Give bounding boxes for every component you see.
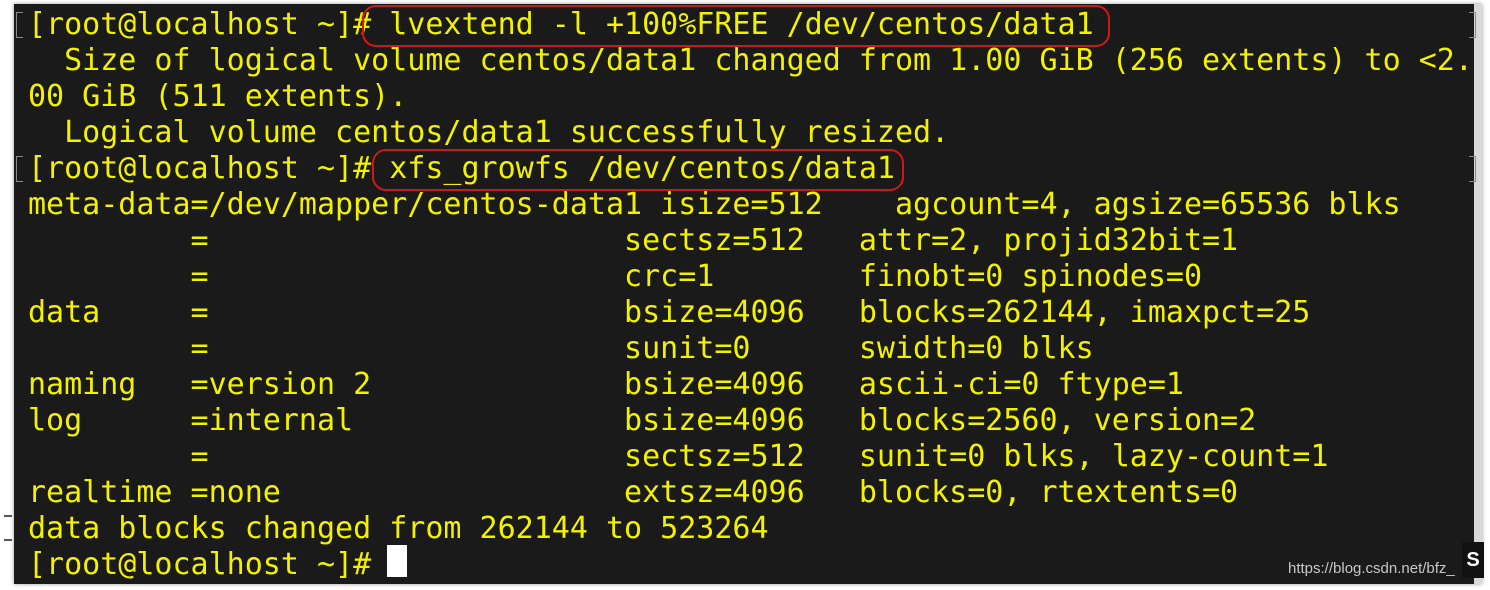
prompt-left-bracket [16, 156, 23, 182]
side-edge-mark [4, 515, 12, 541]
terminal-line: Logical volume centos/data1 successfully… [28, 115, 1482, 151]
terminal-line-text: = crc=1 finobt=0 spinodes=0 [28, 259, 1202, 294]
terminal-line-text: naming =version 2 bsize=4096 ascii-ci=0 … [28, 367, 1184, 402]
watermark-url: https://blog.csdn.net/bfz_ [1288, 560, 1455, 577]
terminal-line-text: [root@localhost ~]# xfs_growfs /dev/cent… [28, 151, 895, 186]
terminal-line: = sectsz=512 attr=2, projid32bit=1 [28, 223, 1482, 259]
terminal-cursor [387, 545, 407, 577]
terminal-line: naming =version 2 bsize=4096 ascii-ci=0 … [28, 367, 1482, 403]
terminal-line: = sectsz=512 sunit=0 blks, lazy-count=1 [28, 439, 1482, 475]
terminal-line: 00 GiB (511 extents). [28, 79, 1482, 115]
terminal-line-xfs-growfs-command: [root@localhost ~]# xfs_growfs /dev/cent… [28, 151, 1482, 187]
terminal-prompt-text: [root@localhost ~]# [28, 547, 390, 582]
terminal-line-text: log =internal bsize=4096 blocks=2560, ve… [28, 403, 1257, 438]
terminal-line-lvextend-command: [root@localhost ~]# lvextend -l +100%FRE… [28, 7, 1482, 43]
terminal-line: data = bsize=4096 blocks=262144, imaxpct… [28, 295, 1482, 331]
terminal-line: data blocks changed from 262144 to 52326… [28, 511, 1482, 547]
terminal-line: = sunit=0 swidth=0 blks [28, 331, 1482, 367]
terminal-line-text: 00 GiB (511 extents). [28, 79, 408, 114]
terminal-output: [root@localhost ~]# lvextend -l +100%FRE… [28, 7, 1482, 583]
terminal-line-text: = sectsz=512 sunit=0 blks, lazy-count=1 [28, 439, 1329, 474]
terminal-line-text: data blocks changed from 262144 to 52326… [28, 511, 769, 546]
terminal-line-text: = sunit=0 swidth=0 blks [28, 331, 1094, 366]
prompt-left-bracket [16, 12, 23, 38]
terminal-line: = crc=1 finobt=0 spinodes=0 [28, 259, 1482, 295]
terminal-line-text: realtime =none extsz=4096 blocks=0, rtex… [28, 475, 1239, 510]
terminal-line-text: = sectsz=512 attr=2, projid32bit=1 [28, 223, 1239, 258]
terminal-line-text: meta-data=/dev/mapper/centos-data1 isize… [28, 187, 1401, 222]
terminal-line: meta-data=/dev/mapper/centos-data1 isize… [28, 187, 1482, 223]
screenshot-frame: [root@localhost ~]# lvextend -l +100%FRE… [0, 0, 1490, 590]
terminal-line-text: Logical volume centos/data1 successfully… [28, 115, 950, 150]
terminal-line-text: Size of logical volume centos/data1 chan… [28, 43, 1473, 78]
terminal-window[interactable]: [root@localhost ~]# lvextend -l +100%FRE… [14, 4, 1482, 584]
terminal-line: log =internal bsize=4096 blocks=2560, ve… [28, 403, 1482, 439]
terminal-line-text: [root@localhost ~]# lvextend -l +100%FRE… [28, 7, 1094, 42]
terminal-prompt-line[interactable]: [root@localhost ~]# [28, 547, 1482, 583]
terminal-line: Size of logical volume centos/data1 chan… [28, 43, 1482, 79]
corner-logo-badge: S [1462, 542, 1484, 578]
terminal-line: realtime =none extsz=4096 blocks=0, rtex… [28, 475, 1482, 511]
terminal-line-text: data = bsize=4096 blocks=262144, imaxpct… [28, 295, 1311, 330]
